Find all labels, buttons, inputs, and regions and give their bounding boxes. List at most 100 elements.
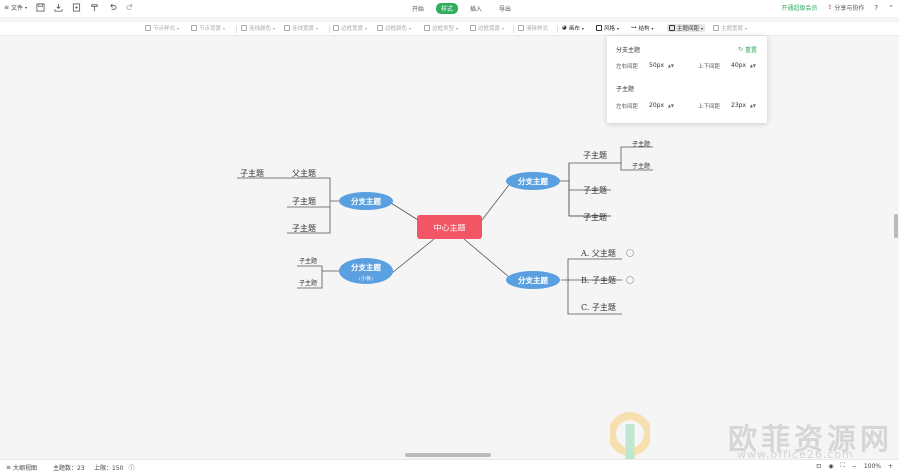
father-topic[interactable]: 父主题 xyxy=(292,168,316,178)
structure-tool[interactable]: ⊶ 结构 ▾ xyxy=(631,24,654,32)
format-painter-icon[interactable] xyxy=(90,3,99,12)
left-upper-sub-2[interactable]: 子主题 xyxy=(292,223,316,233)
theme-tool[interactable]: 风格 ▾ xyxy=(596,24,619,32)
ur-sub-1[interactable]: 子主题 xyxy=(583,150,607,160)
divider xyxy=(236,26,237,33)
zoom-level[interactable]: 100% xyxy=(864,463,881,470)
reset-button[interactable]: ↻ 重置 xyxy=(738,45,757,54)
sub-v-stepper[interactable]: 23px ▲▼ xyxy=(730,100,758,111)
tool-label: 连线颜色 xyxy=(249,26,272,32)
fullscreen-icon[interactable]: ⛶ xyxy=(841,462,845,470)
branch-h-value: 50px xyxy=(649,62,664,69)
branch-section-title: 分支主题 xyxy=(616,47,641,54)
topic-spacing-tool[interactable]: 主题间距 ▾ xyxy=(667,24,706,32)
stepper-arrows-icon[interactable]: ▲▼ xyxy=(750,63,756,68)
info-icon[interactable] xyxy=(626,249,634,257)
border-radius-tool[interactable]: 边框弧度 ▾ xyxy=(470,24,504,32)
node-style-tool[interactable]: 节点样式 ▾ xyxy=(145,24,179,32)
canvas-tool[interactable]: ◕ 画布 ▾ xyxy=(562,24,584,32)
sub-h-label: 左右间距 xyxy=(616,104,639,110)
lr-sub-1[interactable]: A. 父主题 xyxy=(580,248,616,258)
topic-limit: 上限：150 ⓘ xyxy=(94,463,134,472)
help-icon[interactable]: ? xyxy=(874,4,878,12)
sub-h-stepper[interactable]: 20px ▲▼ xyxy=(648,100,676,111)
info-icon[interactable] xyxy=(626,276,634,284)
line-width-tool[interactable]: 连线宽度 ▾ xyxy=(284,24,318,32)
chevron-down-icon: ▾ xyxy=(651,25,654,31)
horizontal-scrollbar[interactable] xyxy=(405,453,491,457)
tool-label: 结构 xyxy=(638,26,650,32)
vip-link[interactable]: 开通超级会员 xyxy=(781,3,817,12)
tool-label: 连线宽度 xyxy=(292,26,315,32)
tab-start[interactable]: 开始 xyxy=(407,3,429,14)
redo-icon[interactable] xyxy=(126,3,135,12)
chevron-down-icon: ▾ xyxy=(745,25,748,31)
save-icon[interactable] xyxy=(36,3,45,12)
branch-v-value: 40px xyxy=(731,62,746,69)
border-width-icon xyxy=(333,25,339,31)
tool-label: 边框类型 xyxy=(432,26,455,32)
chevron-down-icon: ▾ xyxy=(177,25,180,31)
fit-screen-icon[interactable]: ⊡ xyxy=(816,463,821,470)
structure-icon: ⊶ xyxy=(631,25,637,31)
divider xyxy=(513,26,514,33)
tab-insert[interactable]: 插入 xyxy=(465,3,487,14)
collapse-icon[interactable]: ⌃ xyxy=(888,4,894,12)
chevron-down-icon: ▾ xyxy=(273,25,276,31)
node-style-icon xyxy=(145,25,151,31)
branch-upper-left-label: 分支主题 xyxy=(351,196,381,206)
left-far-topic[interactable]: 子主题 xyxy=(240,168,264,178)
left-lower-sub-1[interactable]: 子主题 xyxy=(299,257,317,265)
branch-h-stepper[interactable]: 50px ▲▼ xyxy=(648,60,676,71)
border-color-tool[interactable]: 边框颜色 ▾ xyxy=(377,24,411,32)
undo-icon[interactable] xyxy=(108,3,117,12)
branch-lower-left-note: (小板) xyxy=(359,275,373,282)
ur-sub-1-child-1[interactable]: 子主题 xyxy=(632,140,650,148)
vertical-scrollbar[interactable] xyxy=(894,214,898,238)
left-upper-sub-1[interactable]: 子主题 xyxy=(292,196,316,206)
lr-sub-3[interactable]: C. 子主题 xyxy=(581,302,616,312)
chevron-down-icon: ▾ xyxy=(409,25,412,31)
reset-label: 重置 xyxy=(744,47,757,54)
topic-count: 主题数：23 xyxy=(53,465,85,472)
share-button[interactable]: ⇪ 分享与协作 xyxy=(827,3,864,12)
chevron-down-icon: ▾ xyxy=(701,25,704,31)
zoom-out-icon[interactable]: − xyxy=(852,463,857,470)
tool-label: 边框颜色 xyxy=(385,26,408,32)
eye-icon[interactable]: ◉ xyxy=(828,463,833,470)
lr-sub-2[interactable]: B. 子主题 xyxy=(581,275,616,285)
line-color-tool[interactable]: 连线颜色 ▾ xyxy=(241,24,275,32)
border-type-tool[interactable]: 边框类型 ▾ xyxy=(424,24,458,32)
clear-style-tool[interactable]: 清除样式 xyxy=(518,24,548,32)
zoom-in-icon[interactable]: + xyxy=(888,463,893,470)
ur-sub-2[interactable]: 子主题 xyxy=(583,185,607,195)
left-lower-sub-2[interactable]: 子主题 xyxy=(299,279,317,287)
stepper-arrows-icon[interactable]: ▲▼ xyxy=(750,103,756,108)
palette-icon: ◕ xyxy=(562,25,567,31)
branch-upper-right-label: 分支主题 xyxy=(518,176,548,186)
tab-export[interactable]: 导出 xyxy=(494,3,516,14)
share-label: 分享与协作 xyxy=(834,5,865,12)
stepper-arrows-icon[interactable]: ▲▼ xyxy=(668,63,674,68)
width-icon xyxy=(713,25,719,31)
outline-view-button[interactable]: ≡ 大纲视图 xyxy=(6,463,37,472)
ur-sub-3[interactable]: 子主题 xyxy=(583,212,607,222)
line-color-icon xyxy=(241,25,247,31)
node-bg-tool[interactable]: 节点背景 ▾ xyxy=(191,24,225,32)
info-icon[interactable]: ⓘ xyxy=(128,463,134,472)
topic-width-tool[interactable]: 主题宽度 ▾ xyxy=(713,24,747,32)
sub-v-label: 上下间距 xyxy=(698,104,721,110)
chevron-down-icon: ▾ xyxy=(456,25,459,31)
divider xyxy=(329,26,330,33)
stepper-arrows-icon[interactable]: ▲▼ xyxy=(668,103,674,108)
export-icon[interactable] xyxy=(72,3,81,12)
branch-v-stepper[interactable]: 40px ▲▼ xyxy=(730,60,758,71)
outline-icon: ≡ xyxy=(6,464,12,471)
top-bar: ≡ 文件 ▾ 开始 样式 插入 导出 开通超级会员 ⇪ 分享与协作 ? ⌃ xyxy=(0,0,899,17)
border-width-tool[interactable]: 边框宽度 ▾ xyxy=(333,24,367,32)
status-right: ⊡ ◉ ⛶ − 100% + xyxy=(816,462,893,470)
menu-button[interactable]: ≡ 文件 ▾ xyxy=(4,3,27,12)
tab-style[interactable]: 样式 xyxy=(436,3,459,14)
download-icon[interactable] xyxy=(54,3,63,12)
ur-sub-1-child-2[interactable]: 子主题 xyxy=(632,162,650,170)
